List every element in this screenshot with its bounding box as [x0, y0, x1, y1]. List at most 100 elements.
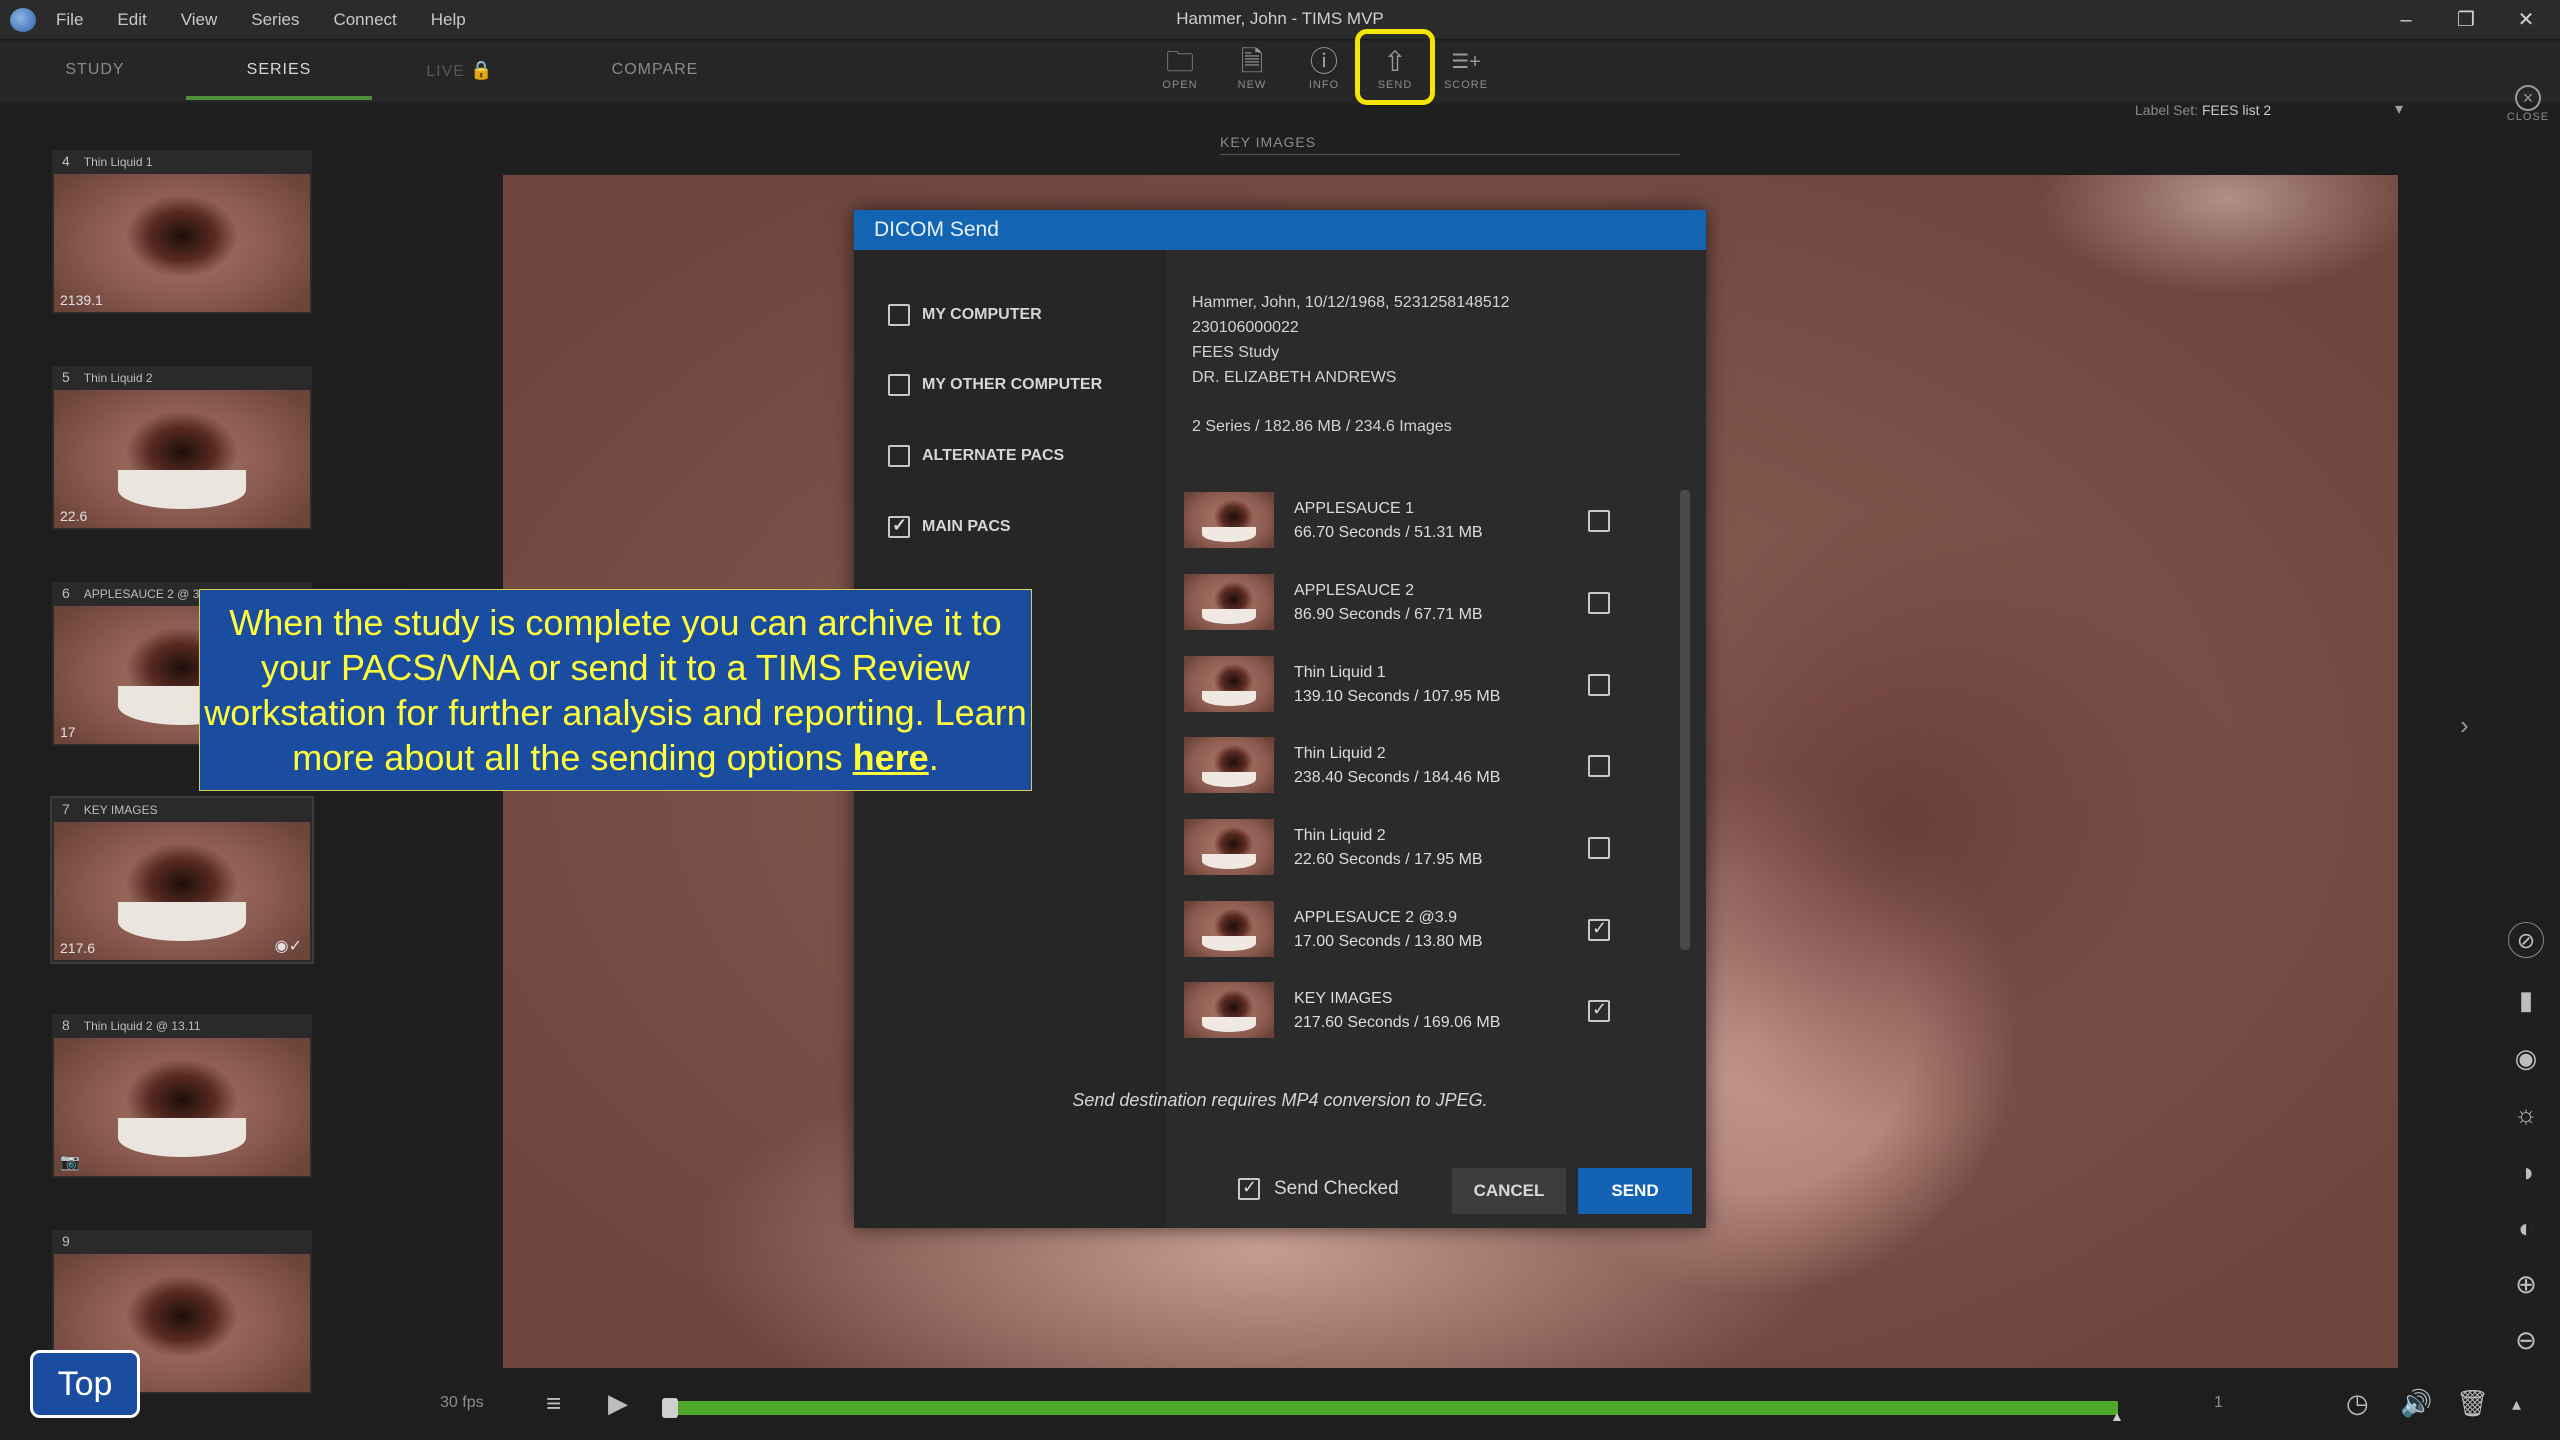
thumbnail-title: Thin Liquid 1 — [83, 155, 153, 169]
new-button[interactable]: 🗎 NEW — [1224, 45, 1280, 99]
thumbnail-number: 8 — [62, 1017, 70, 1033]
zoom-in-icon[interactable]: ⊕ — [2508, 1266, 2544, 1302]
collapse-icon[interactable]: ▴ — [2512, 1394, 2521, 1415]
series-row[interactable]: APPLESAUCE 2 86.90 Seconds / 67.71 MB — [1174, 568, 1674, 638]
end-marker-icon: ▲ — [2110, 1408, 2124, 1424]
volume-icon[interactable]: 🔊 — [2400, 1388, 2432, 1419]
series-list: APPLESAUCE 1 66.70 Seconds / 51.31 MB AP… — [1174, 486, 1694, 1066]
camera-icon[interactable]: ◉ — [2508, 1040, 2544, 1076]
series-checkbox[interactable] — [1588, 999, 1610, 1022]
series-checkbox[interactable] — [1588, 837, 1610, 859]
thumbnail-duration: 22.6 — [60, 508, 88, 524]
video-icon[interactable]: ▮ — [2508, 982, 2544, 1018]
close-study-button[interactable]: × CLOSE — [2500, 85, 2556, 123]
chevron-right-icon[interactable]: › — [2460, 710, 2469, 741]
menu-file[interactable]: File — [56, 10, 83, 30]
destination-checkbox[interactable] — [888, 515, 910, 538]
score-button[interactable]: ☰+ SCORE — [1438, 45, 1494, 99]
label-set-select[interactable]: Label Set: FEES list 2 — [2135, 102, 2271, 118]
open-button[interactable]: 🗀 OPEN — [1152, 45, 1208, 99]
destination-my-computer[interactable]: MY COMPUTER — [888, 300, 1042, 330]
series-name: APPLESAUCE 2 @3.9 — [1294, 909, 1457, 926]
send-checked-option[interactable]: Send Checked — [1238, 1177, 1399, 1200]
series-thumbnail[interactable]: 4 Thin Liquid 1 2139.1 — [52, 150, 312, 314]
series-meta: 66.70 Seconds / 51.31 MB — [1294, 524, 1483, 541]
series-checkbox[interactable] — [1588, 674, 1610, 696]
patient-line: Hammer, John, 10/12/1968, 5231258148512 — [1192, 294, 1510, 311]
destination-label: MY COMPUTER — [922, 306, 1042, 323]
series-row[interactable]: Thin Liquid 2 238.40 Seconds / 184.46 MB — [1174, 731, 1674, 801]
send-checked-label: Send Checked — [1274, 1178, 1399, 1199]
destination-checkbox[interactable] — [888, 445, 910, 467]
series-meta: 22.60 Seconds / 17.95 MB — [1294, 851, 1483, 868]
series-thumbnail-image — [1184, 492, 1274, 548]
menu-series[interactable]: Series — [251, 10, 299, 30]
series-checkbox[interactable] — [1588, 918, 1610, 941]
series-thumbnail-image — [1184, 656, 1274, 712]
series-meta: 238.40 Seconds / 184.46 MB — [1294, 769, 1501, 786]
thumbnail-number: 7 — [62, 801, 70, 817]
send-checked-checkbox[interactable] — [1238, 1177, 1260, 1200]
thumbnail-number: 5 — [62, 369, 70, 385]
new-document-icon: 🗎 — [1240, 46, 1264, 77]
menu-view[interactable]: View — [181, 10, 218, 30]
series-row[interactable]: Thin Liquid 2 22.60 Seconds / 17.95 MB — [1174, 813, 1674, 883]
play-icon[interactable]: ▶ — [608, 1388, 628, 1419]
top-button[interactable]: Top — [30, 1350, 140, 1418]
brightness-icon[interactable]: ☼ — [2508, 1096, 2544, 1132]
series-checkbox[interactable] — [1588, 510, 1610, 532]
minimize-icon[interactable]: – — [2384, 4, 2428, 36]
series-row[interactable]: KEY IMAGES 217.60 Seconds / 169.06 MB — [1174, 976, 1674, 1046]
series-name: APPLESAUCE 2 — [1294, 582, 1415, 599]
thumbnail-title: APPLESAUCE 2 @ 3.9 — [83, 587, 210, 601]
clock-icon[interactable]: ◷ — [2346, 1388, 2369, 1419]
series-checkbox[interactable] — [1588, 755, 1610, 777]
series-thumbnail[interactable]: 8 Thin Liquid 2 @ 13.11 📷 — [52, 1014, 312, 1178]
destination-main-pacs[interactable]: MAIN PACS — [888, 512, 1011, 542]
chevron-down-icon[interactable]: ▾ — [2395, 99, 2403, 119]
trash-icon[interactable]: 🗑 — [2456, 1388, 2489, 1419]
contrast-icon[interactable]: ◑ — [2508, 1154, 2544, 1190]
dialog-title: DICOM Send — [854, 210, 1706, 250]
fps-readout: 30 fps — [440, 1394, 484, 1411]
series-thumbnail[interactable]: 5 Thin Liquid 2 22.6 — [52, 366, 312, 530]
tab-series[interactable]: SERIES — [186, 41, 372, 99]
active-tab-indicator — [186, 96, 372, 100]
thumbnail-number: 6 — [62, 585, 70, 601]
menu-connect[interactable]: Connect — [333, 10, 396, 30]
zoom-out-icon[interactable]: ⊖ — [2508, 1322, 2544, 1358]
window-close-icon[interactable]: ✕ — [2504, 4, 2548, 36]
lock-icon: 🔒 — [470, 60, 494, 80]
series-thumbnail[interactable]: 7 KEY IMAGES 217.6 ◉✓ — [50, 796, 314, 964]
send-dialog-button[interactable]: SEND — [1578, 1168, 1692, 1214]
destination-checkbox[interactable] — [888, 304, 910, 326]
menu-help[interactable]: Help — [431, 10, 466, 30]
restore-icon[interactable]: ❐ — [2444, 4, 2488, 36]
close-label: CLOSE — [2506, 111, 2550, 123]
menu-edit[interactable]: Edit — [117, 10, 146, 30]
tab-live[interactable]: LIVE 🔒 — [420, 41, 500, 99]
saturation-icon[interactable]: ◐ — [2508, 1210, 2544, 1246]
destination-checkbox[interactable] — [888, 374, 910, 396]
compass-icon[interactable]: ⊘ — [2508, 922, 2544, 958]
playlist-icon[interactable]: ≡ — [546, 1388, 561, 1419]
callout-link[interactable]: here — [853, 737, 929, 778]
series-meta: 17.00 Seconds / 13.80 MB — [1294, 933, 1483, 950]
tab-study[interactable]: STUDY — [30, 41, 160, 99]
series-checkbox[interactable] — [1588, 592, 1610, 614]
series-scrollbar[interactable] — [1680, 490, 1690, 950]
thumbnail-duration: 17 — [60, 724, 76, 740]
timeline-handle[interactable] — [662, 1398, 678, 1418]
series-name: Thin Liquid 2 — [1294, 745, 1386, 762]
destination-my-other-computer[interactable]: MY OTHER COMPUTER — [888, 370, 1102, 400]
tab-compare[interactable]: COMPARE — [590, 41, 720, 99]
tab-live-label: LIVE — [426, 63, 465, 80]
toolbar: STUDY SERIES LIVE 🔒 COMPARE 🗀 OPEN 🗎 NEW… — [0, 41, 2560, 123]
title-bar: File Edit View Series Connect Help Hamme… — [0, 0, 2560, 40]
info-button[interactable]: ⓘ INFO — [1296, 45, 1352, 99]
series-row[interactable]: APPLESAUCE 2 @3.9 17.00 Seconds / 13.80 … — [1174, 895, 1674, 965]
series-row[interactable]: APPLESAUCE 1 66.70 Seconds / 51.31 MB — [1174, 486, 1674, 556]
destination-alternate-pacs[interactable]: ALTERNATE PACS — [888, 441, 1064, 471]
series-row[interactable]: Thin Liquid 1 139.10 Seconds / 107.95 MB — [1174, 650, 1674, 720]
cancel-button[interactable]: CANCEL — [1452, 1168, 1566, 1214]
